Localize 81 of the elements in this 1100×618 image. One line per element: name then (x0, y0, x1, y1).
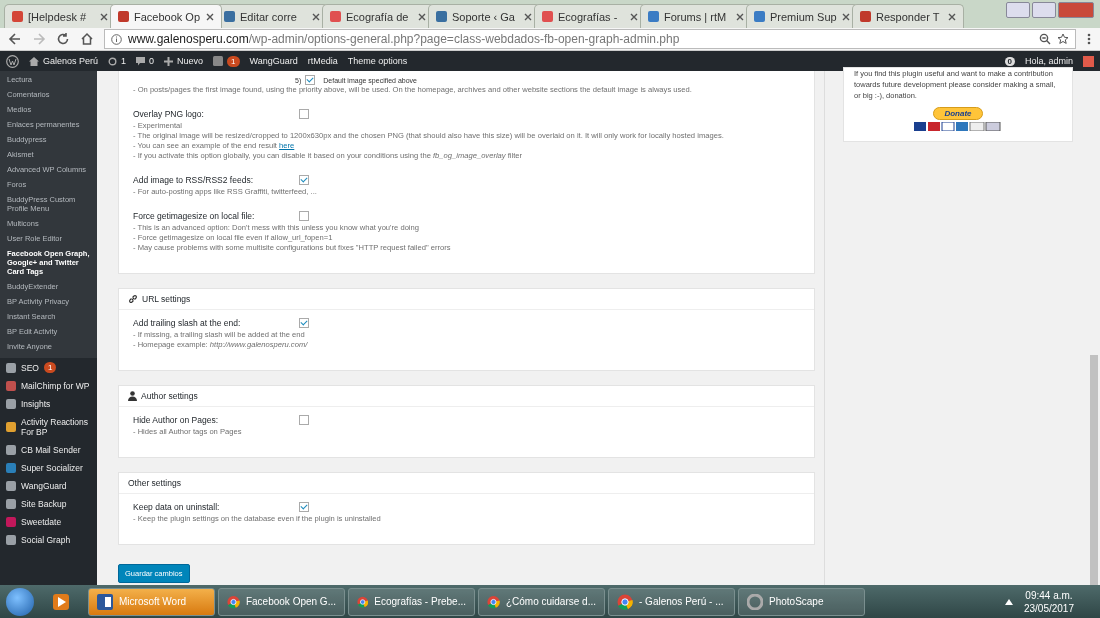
section-title: Other settings (128, 478, 181, 488)
window-controls-icon[interactable] (1006, 2, 1094, 18)
checkbox[interactable] (305, 75, 316, 85)
notification-count[interactable]: 0 (1004, 56, 1015, 66)
checkbox[interactable] (299, 175, 309, 185)
plus-icon (164, 56, 174, 66)
option-label: Keep data on uninstall: (133, 502, 221, 512)
payment-cards-icon (914, 122, 1002, 131)
menu-item[interactable]: Sweetdate (0, 513, 97, 531)
avatar-icon[interactable] (1083, 55, 1094, 67)
taskbar-button[interactable]: Ecografías - Prebe... (348, 587, 475, 616)
admin-bar-link[interactable]: Theme options (347, 56, 408, 66)
menu-item[interactable]: CB Mail Sender (0, 441, 97, 459)
admin-bar-link[interactable]: WangGuard (249, 56, 298, 66)
admin-bar-link[interactable]: rtMedia (307, 56, 338, 66)
house-icon (29, 56, 39, 66)
refresh-icon (108, 56, 118, 66)
start-button-icon[interactable] (6, 587, 34, 616)
clock[interactable]: 09:44 a.m. 23/05/2017 (1023, 588, 1074, 615)
menu-item[interactable]: Super Socializer (0, 459, 97, 477)
close-icon[interactable] (948, 12, 956, 21)
account-link[interactable]: Hola, admin (1024, 56, 1073, 66)
close-icon[interactable] (842, 12, 850, 21)
seo-link[interactable]: 1 (213, 55, 240, 67)
close-icon[interactable] (100, 12, 108, 21)
word-icon (97, 593, 113, 610)
close-icon[interactable] (736, 12, 744, 21)
media-player-icon[interactable] (53, 593, 69, 610)
browser-tab[interactable]: Responder T (852, 4, 964, 28)
close-icon[interactable] (524, 12, 532, 21)
taskbar-button[interactable]: ¿Cómo cuidarse d... (478, 587, 605, 616)
new-link[interactable]: Nuevo (164, 56, 204, 66)
taskbar-button[interactable]: - Galenos Perú - ... (608, 587, 735, 616)
menu-item[interactable]: Site Backup (0, 495, 97, 513)
checkbox[interactable] (299, 318, 309, 328)
home-icon[interactable] (80, 32, 94, 46)
menu-item[interactable]: SEO 1 (0, 358, 97, 377)
menu-item[interactable]: WangGuard (0, 477, 97, 495)
wordpress-logo-icon[interactable] (6, 54, 19, 68)
menu-item[interactable]: Insights (0, 395, 97, 413)
donate-button[interactable]: Donate (933, 107, 983, 120)
menu-icon[interactable] (1086, 32, 1092, 46)
comments-link[interactable]: 0 (136, 56, 155, 66)
browser-icon (227, 593, 240, 610)
ring-icon (747, 593, 763, 610)
browser-icon (617, 593, 633, 610)
zoom-icon[interactable] (1039, 33, 1051, 45)
taskbar-button[interactable]: PhotoScape (738, 587, 865, 616)
close-icon[interactable] (630, 12, 638, 21)
info-icon[interactable] (111, 33, 122, 45)
taskbar-button[interactable]: Facebook Open G... (218, 587, 345, 616)
option-label: Force getimagesize on local file: (133, 211, 256, 221)
option-label: Overlay PNG logo: (133, 109, 205, 119)
count-badge: 1 (43, 362, 57, 373)
close-icon[interactable] (418, 12, 426, 21)
address-field[interactable]: www.galenosperu.com/wp-admin/options-general.php?page=class-webdados-fb-open-graph-admin.php (104, 29, 1076, 49)
site-link[interactable]: Galenos Perú (29, 56, 99, 66)
section-title: URL settings (142, 294, 191, 304)
checkbox[interactable] (299, 415, 309, 425)
link-icon (128, 294, 138, 304)
user-icon (128, 391, 137, 401)
section-title: Author settings (141, 391, 198, 401)
close-icon[interactable] (312, 12, 320, 21)
star-icon[interactable] (1057, 33, 1069, 45)
back-icon[interactable] (8, 32, 22, 46)
checkbox[interactable] (299, 211, 309, 221)
menu-item[interactable]: MailChimp for WP (0, 377, 97, 395)
browser-tab[interactable]: Facebook Op (110, 4, 222, 28)
comment-icon (136, 56, 146, 66)
option-label: Add image to RSS/RSS2 feeds: (133, 175, 254, 185)
checkbox[interactable] (299, 109, 309, 119)
tray-arrow-icon[interactable] (1004, 598, 1013, 605)
updates-link[interactable]: 1 (108, 56, 127, 66)
browser-icon (487, 593, 500, 610)
option-label: Add trailing slash at the end: (133, 318, 242, 328)
reload-icon[interactable] (56, 32, 70, 46)
menu-item[interactable]: Social Graph (0, 531, 97, 549)
menu-item[interactable]: Activity Reactions For BP (0, 413, 97, 441)
checkbox[interactable] (299, 502, 309, 512)
close-icon[interactable] (206, 12, 214, 21)
option-label: Hide Author on Pages: (133, 415, 220, 425)
